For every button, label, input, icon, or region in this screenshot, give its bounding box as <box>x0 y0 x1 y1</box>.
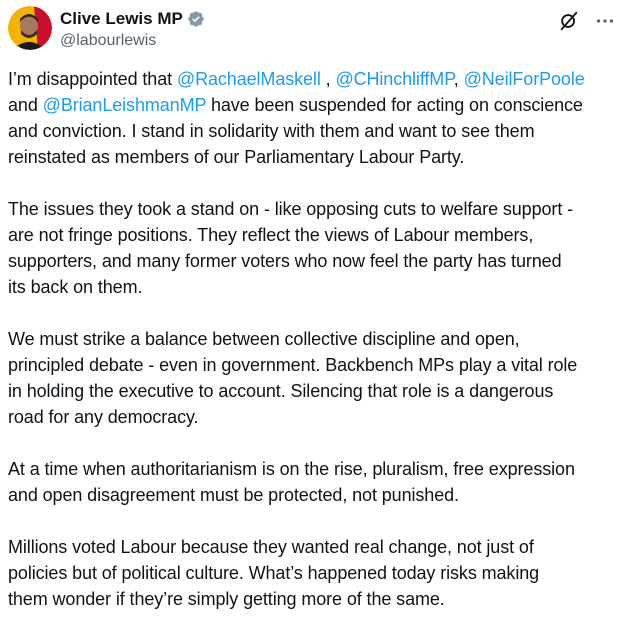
text-span: , <box>320 69 336 89</box>
body-line: and @BrianLeishmanMP have been suspended… <box>8 92 624 118</box>
text-span: and <box>8 95 43 115</box>
verified-badge-icon <box>187 10 205 28</box>
mention-link[interactable]: @BrianLeishmanMP <box>43 95 207 115</box>
paragraph-1: I’m disappointed that @RachaelMaskell , … <box>8 66 624 170</box>
mention-link[interactable]: @RachaelMaskell <box>177 69 321 89</box>
body-line: road for any democracy. <box>8 407 199 427</box>
more-dots-icon[interactable] <box>594 10 616 32</box>
body-line: and open disagreement must be protected,… <box>8 485 459 505</box>
body-line: its back on them. <box>8 277 143 297</box>
text-span: I’m disappointed that <box>8 69 177 89</box>
body-line: principled debate - even in government. … <box>8 355 578 375</box>
body-line: and conviction. I stand in solidarity wi… <box>8 121 535 141</box>
body-line: supporters, and many former voters who n… <box>8 251 562 271</box>
display-name[interactable]: Clive Lewis MP <box>60 9 183 29</box>
display-name-row: Clive Lewis MP <box>60 8 205 30</box>
tweet-header: Clive Lewis MP @labourlewis <box>8 6 626 54</box>
tweet-body: I’m disappointed that @RachaelMaskell , … <box>8 66 624 638</box>
paragraph-4: At a time when authoritarianism is on th… <box>8 456 624 508</box>
body-line: I’m disappointed that @RachaelMaskell , … <box>8 66 624 92</box>
body-line: reinstated as members of our Parliamenta… <box>8 147 465 167</box>
avatar[interactable] <box>8 6 52 50</box>
mention-link[interactable]: @CHinchliffMP <box>335 69 453 89</box>
body-line: them wonder if they’re simply getting mo… <box>8 589 445 609</box>
text-span: have been suspended for acting on consci… <box>206 95 583 115</box>
body-line: The issues they took a stand on - like o… <box>8 199 574 219</box>
text-span: , <box>453 69 464 89</box>
author-names: Clive Lewis MP @labourlewis <box>60 8 205 50</box>
grok-icon[interactable] <box>558 10 580 32</box>
paragraph-3: We must strike a balance between collect… <box>8 326 624 430</box>
body-line: We must strike a balance between collect… <box>8 329 520 349</box>
tweet: Clive Lewis MP @labourlewis I’m disappoi… <box>0 0 634 632</box>
body-line: are not fringe positions. They reflect t… <box>8 225 534 245</box>
body-line: At a time when authoritarianism is on th… <box>8 459 575 479</box>
paragraph-2: The issues they took a stand on - like o… <box>8 196 624 300</box>
body-line: policies but of political culture. What’… <box>8 563 540 583</box>
handle[interactable]: @labourlewis <box>60 32 205 50</box>
paragraph-5: Millions voted Labour because they wante… <box>8 534 624 612</box>
body-line: in holding the executive to account. Sil… <box>8 381 554 401</box>
mention-link[interactable]: @NeilForPoole <box>464 69 585 89</box>
tweet-actions <box>558 10 616 32</box>
body-line: Millions voted Labour because they wante… <box>8 537 534 557</box>
